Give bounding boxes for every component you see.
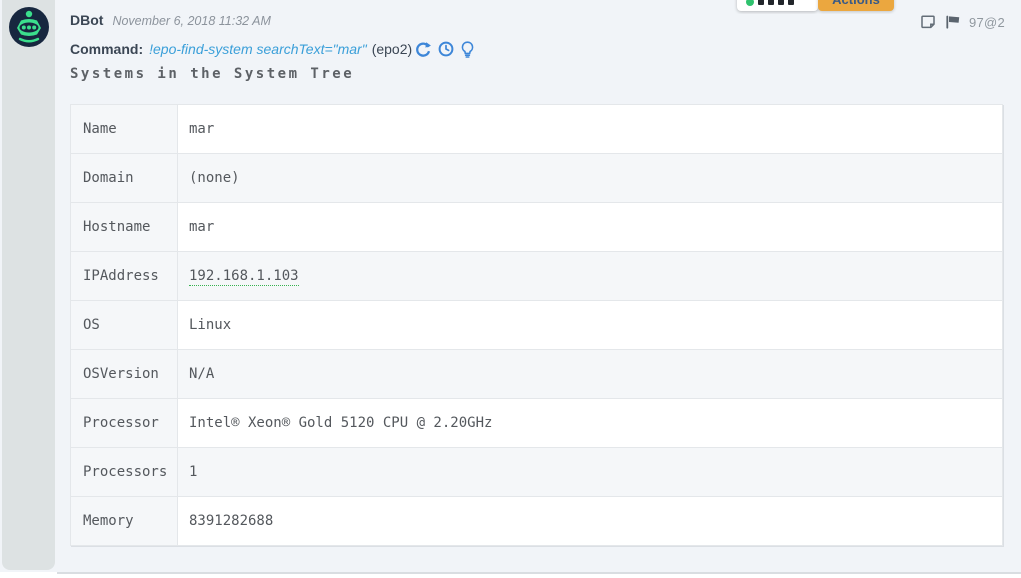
table-row: ProcessorIntel® Xeon® Gold 5120 CPU @ 2.… [71, 399, 1003, 448]
table-row: Hostnamemar [71, 203, 1003, 252]
field-value-cell: 192.168.1.103 [178, 252, 1003, 301]
indicator-link[interactable]: 192.168.1.103 [189, 268, 299, 286]
field-value-cell: Intel® Xeon® Gold 5120 CPU @ 2.20GHz [178, 399, 1003, 448]
field-value-cell: 1 [178, 448, 1003, 497]
table-row: Processors1 [71, 448, 1003, 497]
system-table-body: NamemarDomain(none)HostnamemarIPAddress1… [71, 105, 1003, 546]
actions-button-label: Actions [818, 0, 894, 7]
verdict-green-dot-icon [746, 0, 754, 6]
entry-timestamp: November 6, 2018 11:32 AM [112, 14, 270, 28]
table-row: IPAddress 192.168.1.103 [71, 252, 1003, 301]
results-heading: Systems in the System Tree [70, 66, 354, 82]
actions-button[interactable]: Actions [818, 0, 894, 11]
field-name-cell: IPAddress [71, 252, 178, 301]
field-value-cell: N/A [178, 350, 1003, 399]
verdict-dots [746, 0, 794, 6]
command-icons [415, 41, 474, 58]
field-value-cell: mar [178, 105, 1003, 154]
field-value-cell: 8391282688 [178, 497, 1003, 546]
table-row: OSLinux [71, 301, 1003, 350]
field-value-cell: Linux [178, 301, 1003, 350]
field-name-cell: OS [71, 301, 178, 350]
field-name-cell: Hostname [71, 203, 178, 252]
flag-icon[interactable] [944, 14, 961, 30]
entry-hover-toolbar: Actions [730, 0, 905, 14]
clock-icon[interactable] [438, 41, 454, 57]
system-info-table: NamemarDomain(none)HostnamemarIPAddress1… [70, 104, 1003, 546]
entry-type-gutter [2, 0, 55, 570]
dbot-avatar [9, 7, 49, 47]
field-name-cell: Processor [71, 399, 178, 448]
table-row: Domain(none) [71, 154, 1003, 203]
lightbulb-icon[interactable] [461, 41, 474, 58]
entry-divider [57, 572, 1021, 574]
command-source: (epo2) [372, 41, 412, 57]
dbot-robot-avatar-icon [9, 7, 49, 47]
field-name-cell: Name [71, 105, 178, 154]
note-icon[interactable] [920, 14, 936, 30]
table-row: OSVersionN/A [71, 350, 1003, 399]
command-line: Command: !epo-find-system searchText="ma… [70, 40, 474, 58]
verdict-button[interactable] [737, 0, 818, 11]
field-value-cell: mar [178, 203, 1003, 252]
field-value-cell: (none) [178, 154, 1003, 203]
field-name-cell: Domain [71, 154, 178, 203]
table-row: Namemar [71, 105, 1003, 154]
command-link[interactable]: !epo-find-system searchText="mar" [149, 41, 367, 57]
author-name: DBot [70, 12, 103, 28]
war-room-entry: Actions DBot November 6, 2018 11:32 AM 9… [0, 0, 1021, 578]
entry-id: 97@2 [969, 15, 1005, 30]
refresh-icon[interactable] [415, 41, 431, 58]
entry-meta: 97@2 [920, 14, 1005, 30]
field-name-cell: OSVersion [71, 350, 178, 399]
table-row: Memory8391282688 [71, 497, 1003, 546]
field-name-cell: Processors [71, 448, 178, 497]
field-name-cell: Memory [71, 497, 178, 546]
command-label: Command: [70, 41, 143, 57]
entry-header: DBot November 6, 2018 11:32 AM [70, 12, 271, 30]
